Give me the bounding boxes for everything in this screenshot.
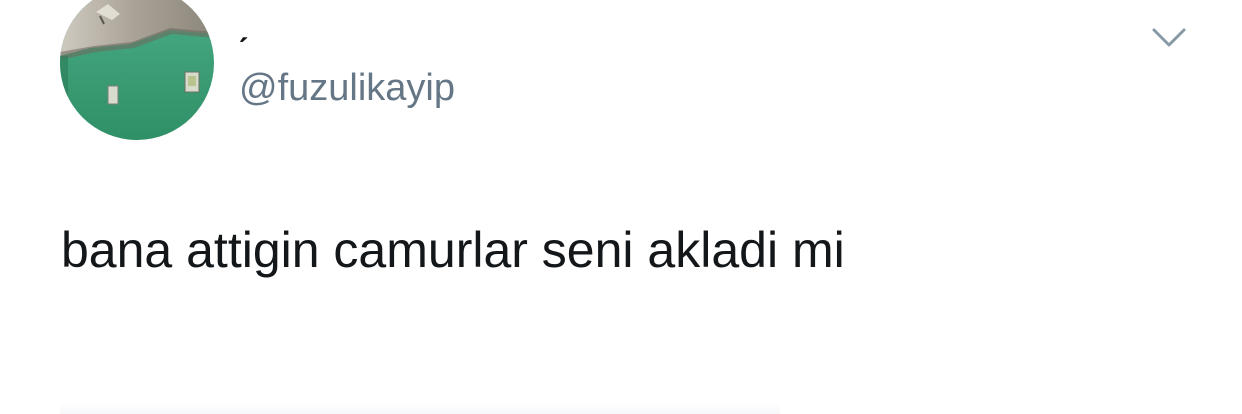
avatar[interactable] bbox=[60, 0, 214, 140]
username-handle[interactable]: @fuzulikayip bbox=[239, 66, 455, 110]
cropped-content-edge bbox=[60, 404, 780, 414]
display-name[interactable]: ˏ bbox=[237, 4, 248, 44]
avatar-photo bbox=[60, 0, 214, 140]
tweet-text: bana attigin camurlar seni akladi mi bbox=[61, 222, 845, 278]
tweet-card: ˏ @fuzulikayip bana attigin camurlar sen… bbox=[0, 0, 1242, 414]
chevron-down-icon[interactable] bbox=[1150, 24, 1188, 52]
